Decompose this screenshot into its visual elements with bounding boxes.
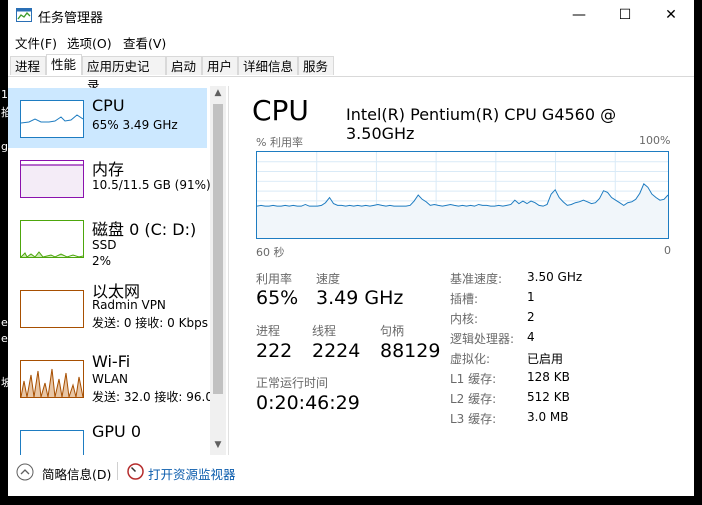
bg-char: e [1,332,8,345]
resource-detail: WLAN [92,372,129,386]
spec-label: L2 缓存: [450,392,497,406]
menu-view[interactable]: 查看(V) [123,33,166,52]
disk-thumbnail-graph [20,220,84,258]
cpu-model: Intel(R) Pentium(R) CPU G4560 @ 3.50GHz [346,105,617,143]
resource-detail: 10.5/11.5 GB (91%) [92,178,211,192]
utilization-label: 利用率 [256,272,293,286]
resource-detail: SSD [92,238,117,252]
cpu-utilization-graph [256,151,669,239]
tab-processes[interactable]: 进程 [10,56,46,75]
bg-char: 1 [1,88,8,101]
processes-value: 222 [256,340,293,362]
resource-monitor-icon [127,463,144,480]
resource-name: 内存 [92,160,125,179]
uptime-label: 正常运行时间 [256,376,329,390]
bg-char: e [1,316,8,329]
resource-disk[interactable]: 磁盘 0 (C: D:) SSD 2% [8,208,207,268]
cpu-detail-panel: CPU Intel(R) Pentium(R) CPU G4560 @ 3.50… [244,86,684,456]
spec-value: 已启用 [527,352,564,366]
spec-label: 基准速度: [450,272,503,286]
cpu-thumbnail-graph [20,100,84,138]
spec-value: 3.50 GHz [527,270,583,284]
resource-ethernet[interactable]: 以太网 Radmin VPN 发送: 0 接收: 0 Kbps [8,278,208,338]
resource-name: Wi-Fi [92,352,131,371]
tab-bar: 进程 性能 应用历史记录 启动 用户 详细信息 服务 [8,54,694,93]
tab-details[interactable]: 详细信息 [238,56,298,75]
threads-value: 2224 [312,340,361,362]
open-resource-monitor-link[interactable]: 打开资源监视器 [148,464,236,483]
scroll-down-arrow-icon[interactable]: ▼ [210,438,226,452]
resource-list-scrollbar[interactable]: ▲ ▼ [210,86,226,455]
wifi-thumbnail-graph [20,360,84,398]
speed-value: 3.49 GHz [316,287,404,309]
graph-label: % 利用率 [256,136,303,149]
spec-label: 插槽: [450,292,479,306]
menu-bar: 文件(F) 选项(O) 查看(V) [8,30,694,52]
title-bar: 任务管理器 — ☐ ✕ [8,0,694,30]
scroll-up-arrow-icon[interactable]: ▲ [210,86,226,100]
resource-detail-2: 发送: 32.0 接收: 96.0 [92,390,213,404]
tab-app-history[interactable]: 应用历史记录 [82,56,166,93]
spec-value: 3.0 MB [527,410,569,424]
fewer-details-link[interactable]: 简略信息(D) [42,464,111,483]
graph-time-label: 60 秒 [256,246,285,259]
spec-label: 内核: [450,312,479,326]
spec-label: 虚拟化: [450,352,491,366]
resource-wifi[interactable]: Wi-Fi WLAN 发送: 32.0 接收: 96.0 [8,348,213,408]
spec-value: 512 KB [527,390,570,404]
footer-bar: 简略信息(D) 打开资源监视器 [8,456,694,488]
close-button[interactable]: ✕ [648,0,694,30]
footer-divider [117,462,118,480]
resource-detail: 65% 3.49 GHz [92,118,178,132]
processes-label: 进程 [256,324,281,338]
minimize-button[interactable]: — [556,0,602,30]
tab-performance[interactable]: 性能 [46,54,82,75]
task-manager-icon [16,8,32,22]
handles-value: 88129 [380,340,441,362]
speed-label: 速度 [316,272,341,286]
detail-title: CPU [252,94,309,127]
resource-name: CPU [92,96,125,115]
spec-value: 128 KB [527,370,570,384]
resource-cpu[interactable]: CPU 65% 3.49 GHz [8,88,207,148]
threads-label: 线程 [312,324,337,338]
spec-label: L1 缓存: [450,372,497,386]
resource-detail-2: 2% [92,254,112,268]
resource-detail: Radmin VPN [92,298,166,312]
handles-label: 句柄 [380,324,405,338]
tab-startup[interactable]: 启动 [166,56,202,75]
spec-value: 4 [527,330,535,344]
graph-zero-label: 0 [664,244,671,257]
scrollbar-thumb[interactable] [213,104,223,394]
collapse-chevron-icon[interactable] [16,463,34,481]
resource-name: 磁盘 0 (C: D:) [92,220,197,239]
spec-label: L3 缓存: [450,412,497,426]
gpu-thumbnail-graph [20,430,84,455]
menu-file[interactable]: 文件(F) [15,33,57,52]
uptime-value: 0:20:46:29 [256,392,360,414]
tab-services[interactable]: 服务 [298,56,334,75]
resource-name: GPU 0 [92,422,142,441]
task-manager-window: 任务管理器 — ☐ ✕ 文件(F) 选项(O) 查看(V) 进程 性能 应用历史… [8,0,694,496]
ethernet-thumbnail-graph [20,290,84,328]
spec-label: 逻辑处理器: [450,332,515,346]
maximize-button[interactable]: ☐ [602,0,648,30]
window-title: 任务管理器 [38,11,104,26]
resource-detail-2: 发送: 0 接收: 0 Kbps [92,316,208,330]
spec-value: 2 [527,310,535,324]
tab-users[interactable]: 用户 [202,56,238,75]
resource-gpu[interactable]: GPU 0 [8,418,207,455]
resource-list: CPU 65% 3.49 GHz 内存 10.5/11.5 GB (91%) 磁… [8,86,229,455]
utilization-value: 65% [256,287,299,309]
menu-options[interactable]: 选项(O) [67,33,112,52]
resource-memory[interactable]: 内存 10.5/11.5 GB (91%) [8,148,211,208]
bg-char: g [1,140,8,153]
memory-thumbnail-graph [20,160,84,198]
spec-value: 1 [527,290,535,304]
graph-max-label: 100% [639,134,671,147]
